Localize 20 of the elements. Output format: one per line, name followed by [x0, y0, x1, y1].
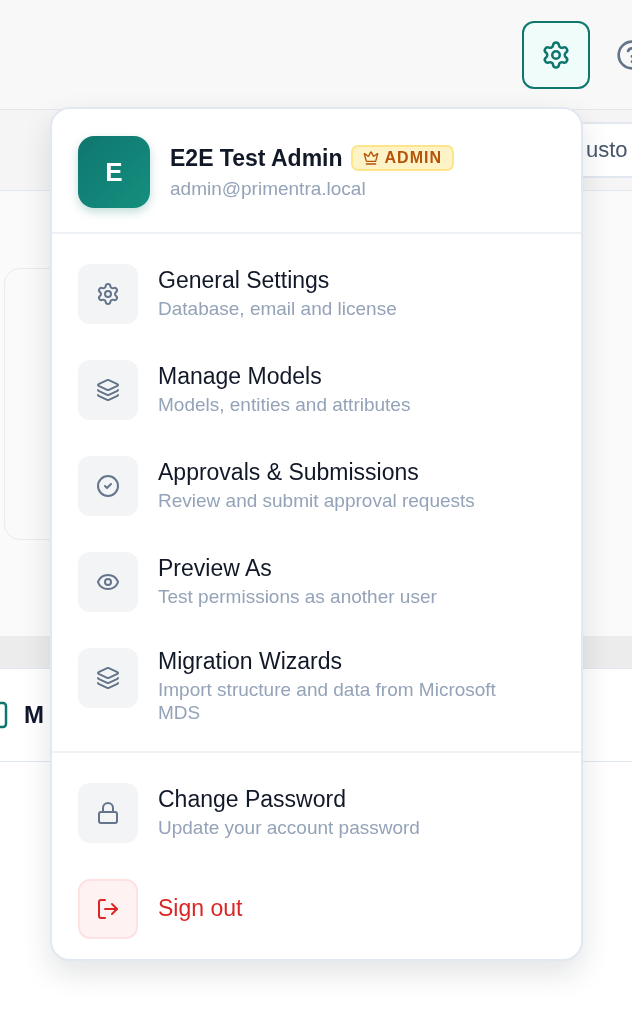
sign-out-icon	[96, 896, 120, 921]
user-name: E2E Test Admin	[170, 144, 343, 172]
menu-item[interactable]: Preview As Test permissions as another user	[52, 534, 581, 630]
layers-icon	[96, 666, 120, 690]
menu-item[interactable]: Manage Models Models, entities and attributes	[52, 342, 581, 438]
check-circle-icon	[96, 474, 120, 498]
layers-icon	[96, 378, 120, 402]
lock-icon	[96, 800, 120, 825]
user-email: admin@primentra.local	[170, 177, 367, 200]
settings-icon	[541, 39, 571, 70]
role-badge: ADMIN	[350, 145, 454, 171]
menu-item[interactable]: General Settings Database, email and license	[52, 246, 581, 342]
menu-item[interactable]: Approvals & Submissions Review and submit approval requests	[52, 438, 581, 534]
menu-item[interactable]: Sign out	[52, 860, 581, 957]
avatar: E	[78, 136, 150, 208]
settings-icon	[96, 282, 120, 306]
row-title: M	[24, 701, 44, 729]
menu-item[interactable]: Migration Wizards Import structure and data from Microsoft MDS	[52, 630, 581, 743]
menu-item[interactable]: Change Password Update your account password	[52, 764, 581, 861]
settings-button[interactable]	[522, 20, 590, 89]
